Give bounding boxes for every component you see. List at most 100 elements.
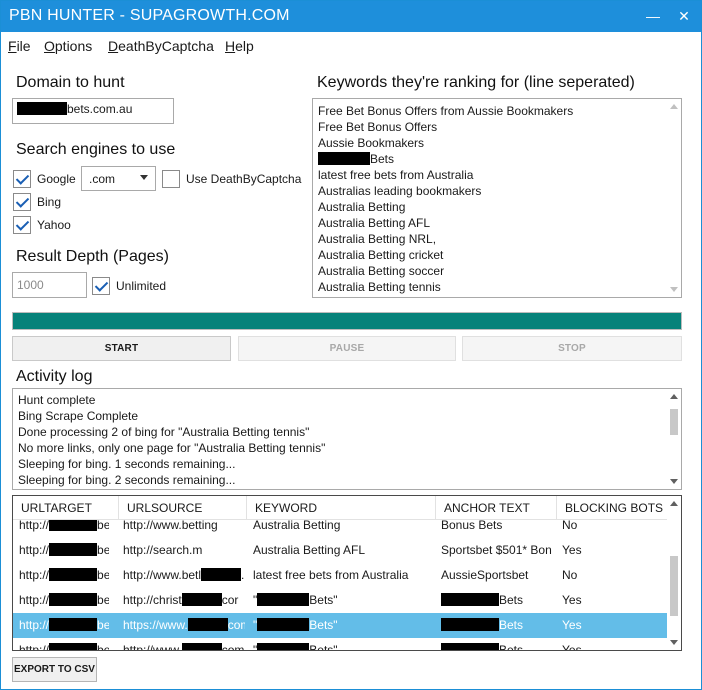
unlimited-label: Unlimited xyxy=(116,279,167,293)
keyword-line: Australia Betting tennis xyxy=(318,280,441,294)
log-line: Done processing 2 of bing for "Australia… xyxy=(18,425,310,439)
activity-scrollbar[interactable] xyxy=(667,389,681,489)
redacted-block xyxy=(49,520,98,531)
table-cell-keyword: Australia Betting xyxy=(253,520,341,532)
depth-label: Result Depth (Pages) xyxy=(16,248,169,265)
table-cell-blocking-bots: Yes xyxy=(562,643,582,650)
table-cell-blocking-bots: No xyxy=(562,568,578,582)
table-row[interactable]: http://be http://search.m Australia Bettin… xyxy=(13,538,667,563)
bing-label: Bing xyxy=(37,195,62,209)
table-cell-anchor-text: AussieSportsbet xyxy=(441,568,529,582)
table-row[interactable]: http://be https://www.com. "Bets" Bets Yes xyxy=(13,613,667,638)
scroll-up-icon[interactable] xyxy=(670,104,678,109)
table-cell-urltarget: http://be xyxy=(19,618,109,632)
activity-log-label: Activity log xyxy=(16,368,93,385)
scroll-up-icon[interactable] xyxy=(670,501,678,506)
menu-options[interactable]: Options xyxy=(44,38,92,54)
log-line: Bing Scrape Complete xyxy=(18,409,139,423)
pause-button[interactable]: PAUSE xyxy=(238,336,456,361)
keywords-scrollbar[interactable] xyxy=(667,99,681,297)
export-csv-button[interactable]: EXPORT TO CSV xyxy=(12,657,97,682)
menu-file[interactable]: File xyxy=(8,38,31,54)
table-cell-urlsource: https://www.com. xyxy=(123,618,245,632)
table-cell-blocking-bots: Yes xyxy=(562,543,582,557)
keyword-line: Australia Betting cricket xyxy=(318,248,444,262)
log-line: Sleeping for bing. 2 seconds remaining..… xyxy=(18,473,236,487)
dbc-label: Use DeathByCaptcha xyxy=(186,172,302,186)
activity-log[interactable]: Hunt complete Bing Scrape Complete Done … xyxy=(12,388,682,490)
table-body: http://be http://www.betting Australia Bet… xyxy=(13,520,667,650)
redacted-block xyxy=(441,643,499,650)
scroll-up-icon[interactable] xyxy=(670,394,678,399)
table-cell-anchor-text: Bonus Bets xyxy=(441,520,503,532)
scroll-down-icon[interactable] xyxy=(670,479,678,484)
column-header-urlsource[interactable]: URLSOURCE xyxy=(119,496,247,520)
table-row[interactable]: http://be http://christcor "Bets" Bets Yes xyxy=(13,588,667,613)
table-cell-blocking-bots: Yes xyxy=(562,593,582,607)
log-line: Hunt complete xyxy=(18,393,96,407)
column-header-keyword[interactable]: KEYWORD xyxy=(247,496,436,520)
chevron-down-icon xyxy=(140,175,148,180)
menu-bar: File Options DeathByCaptcha Help xyxy=(1,35,701,59)
keyword-line: Australias leading bookmakers xyxy=(318,184,482,198)
column-header-anchor-text[interactable]: ANCHOR TEXT xyxy=(436,496,557,520)
app-window: PBN HUNTER - SUPAGROWTH.COM — ✕ File Opt… xyxy=(0,0,702,690)
table-cell-keyword: latest free bets from Australia xyxy=(253,568,409,582)
table-cell-anchor-text: Sportsbet $501* Bon xyxy=(441,543,552,557)
table-cell-urltarget: http://be xyxy=(19,593,109,607)
table-cell-keyword: Australia Betting AFL xyxy=(253,543,366,557)
keyword-line: Australia Betting NRL, xyxy=(318,232,437,246)
redacted-block xyxy=(441,593,499,606)
keywords-label: Keywords they're ranking for (line seper… xyxy=(317,74,635,91)
unlimited-checkbox[interactable] xyxy=(92,277,110,295)
keyword-line: Aussie Bookmakers xyxy=(318,136,425,150)
redacted-block xyxy=(201,568,242,581)
keyword-line: Free Bet Bonus Offers xyxy=(318,120,438,134)
redacted-block xyxy=(49,618,98,631)
redacted-block xyxy=(257,643,310,650)
domain-label: Domain to hunt xyxy=(16,74,125,91)
keyword-line: Australia Betting xyxy=(318,200,406,214)
redacted-block xyxy=(257,593,310,606)
menu-deathbycaptcha[interactable]: DeathByCaptcha xyxy=(108,38,214,54)
title-bar[interactable]: PBN HUNTER - SUPAGROWTH.COM — ✕ xyxy=(1,1,701,32)
keywords-textarea[interactable]: Free Bet Bonus Offers from Aussie Bookma… xyxy=(312,98,682,298)
menu-help[interactable]: Help xyxy=(225,38,254,54)
dbc-checkbox[interactable] xyxy=(162,170,180,188)
redacted-block xyxy=(441,618,499,631)
depth-input[interactable]: 1000 xyxy=(12,272,87,298)
table-scrollbar[interactable] xyxy=(667,496,681,650)
table-cell-keyword: " Bets" xyxy=(253,618,338,632)
redacted-block xyxy=(49,593,98,606)
column-header-urltarget[interactable]: URLTARGET xyxy=(13,496,119,520)
start-button[interactable]: START xyxy=(12,336,231,361)
redacted-block xyxy=(49,568,98,581)
yahoo-checkbox[interactable] xyxy=(13,216,31,234)
scroll-down-icon[interactable] xyxy=(670,640,678,645)
redacted-block xyxy=(181,593,222,606)
minimize-button[interactable]: — xyxy=(642,5,664,27)
table-row[interactable]: http://be http://www.betting Australia Bet… xyxy=(13,520,667,538)
window-title: PBN HUNTER - SUPAGROWTH.COM xyxy=(9,7,290,24)
table-cell-urlsource: http://www.betting xyxy=(123,520,218,532)
table-cell-urlsource: http://christ cor xyxy=(123,593,239,607)
table-cell-urltarget: http://be xyxy=(19,643,109,650)
tld-select[interactable]: .com xyxy=(81,166,156,191)
scroll-down-icon[interactable] xyxy=(670,287,678,292)
scroll-thumb[interactable] xyxy=(670,556,678,616)
google-checkbox[interactable] xyxy=(13,170,31,188)
log-line: No more links, only one page for "Austra… xyxy=(18,441,326,455)
close-button[interactable]: ✕ xyxy=(673,5,695,27)
table-cell-urltarget: http://be xyxy=(19,543,109,557)
keyword-line: Australia Betting AFL xyxy=(318,216,431,230)
table-cell-anchor-text: Bets xyxy=(441,643,553,650)
table-row[interactable]: http://be http://www.betl.biz latest free … xyxy=(13,563,667,588)
log-line: Sleeping for bing. 1 seconds remaining..… xyxy=(18,457,236,471)
domain-input[interactable]: bets.com.au xyxy=(12,98,174,124)
column-header-blocking-bots[interactable]: BLOCKING BOTS xyxy=(557,496,667,520)
stop-button[interactable]: STOP xyxy=(462,336,682,361)
scroll-thumb[interactable] xyxy=(670,409,678,435)
bing-checkbox[interactable] xyxy=(13,193,31,211)
table-row[interactable]: http://be http://www.com "Bets" Bets Yes xyxy=(13,638,667,650)
keyword-line: Free Bet Bonus Offers from Aussie Bookma… xyxy=(318,104,574,118)
